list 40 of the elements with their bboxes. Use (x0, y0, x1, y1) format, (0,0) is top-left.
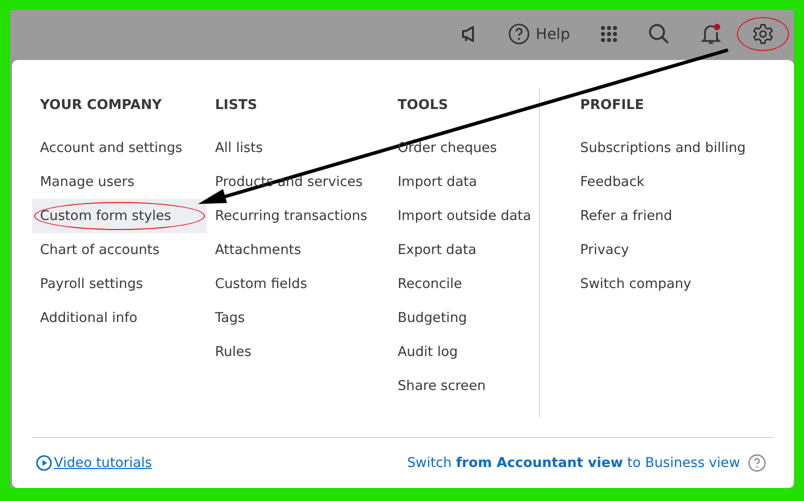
menu-item[interactable]: All lists (206, 131, 390, 165)
menu-item[interactable]: Reconcile (390, 267, 540, 301)
menu-item[interactable]: Privacy (572, 233, 774, 267)
play-icon (36, 455, 52, 471)
menu-item[interactable]: Payroll settings (32, 267, 207, 301)
menu-item[interactable]: Manage users (32, 165, 207, 199)
menu-item[interactable]: Switch company (572, 267, 774, 301)
menu-item[interactable]: Feedback (572, 165, 774, 199)
help-button[interactable]: Help (508, 23, 570, 45)
column-heading: TOOLS (396, 96, 450, 115)
menu-item[interactable]: Custom fields (206, 267, 390, 301)
menu-item[interactable]: Tags (206, 301, 390, 335)
settings-icon[interactable] (752, 23, 774, 45)
menu-item[interactable]: Budgeting (390, 301, 540, 335)
column-heading: YOUR COMPANY (39, 96, 163, 115)
menu-item[interactable]: Chart of accounts (32, 233, 207, 267)
search-icon[interactable] (648, 23, 670, 45)
menu-item[interactable]: Import data (390, 165, 540, 199)
menu-item[interactable]: Export data (390, 233, 540, 267)
menu-item[interactable]: Subscriptions and billing (572, 131, 774, 165)
apps-grid-icon[interactable] (600, 25, 618, 43)
menu-item[interactable]: Order cheques (390, 131, 540, 165)
video-tutorials-link[interactable]: Video tutorials (36, 455, 152, 471)
menu-item[interactable]: Rules (206, 335, 390, 369)
bell-icon[interactable] (700, 22, 722, 46)
menu-item[interactable]: Audit log (390, 335, 540, 369)
menu-item[interactable]: Import outside data (390, 199, 540, 233)
menu-item[interactable]: Share screen (390, 369, 540, 403)
help-icon (508, 23, 530, 45)
help-icon[interactable] (748, 454, 766, 472)
menu-item[interactable]: Recurring transactions (206, 199, 390, 233)
menu-item[interactable]: Products and services (206, 165, 390, 199)
column-heading: LISTS (214, 96, 258, 115)
menu-item[interactable]: Account and settings (32, 131, 207, 165)
menu-item[interactable]: Attachments (206, 233, 390, 267)
menu-item[interactable]: Additional info (32, 301, 207, 335)
menu-item[interactable]: Refer a friend (572, 199, 774, 233)
menu-item[interactable]: Custom form styles (32, 199, 207, 233)
column-heading: PROFILE (579, 96, 645, 115)
switch-view-link[interactable]: Switch from Accountant view to Business view (407, 455, 740, 471)
